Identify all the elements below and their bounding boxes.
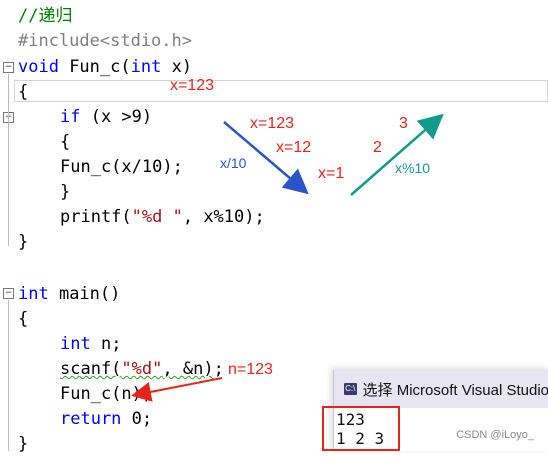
console-title: 选择 Microsoft Visual Studio — [362, 381, 548, 399]
watermark: CSDN @iLoyo_ — [456, 429, 534, 441]
return-up-arrow — [350, 113, 444, 196]
recursion-down-arrow — [223, 121, 309, 195]
console-title-bar[interactable]: C:\ 选择 Microsoft Visual Studio — [334, 370, 548, 408]
console-app-icon: C:\ — [344, 383, 357, 395]
call-pointer-arrow — [131, 377, 223, 402]
output-highlight-box — [322, 406, 400, 451]
